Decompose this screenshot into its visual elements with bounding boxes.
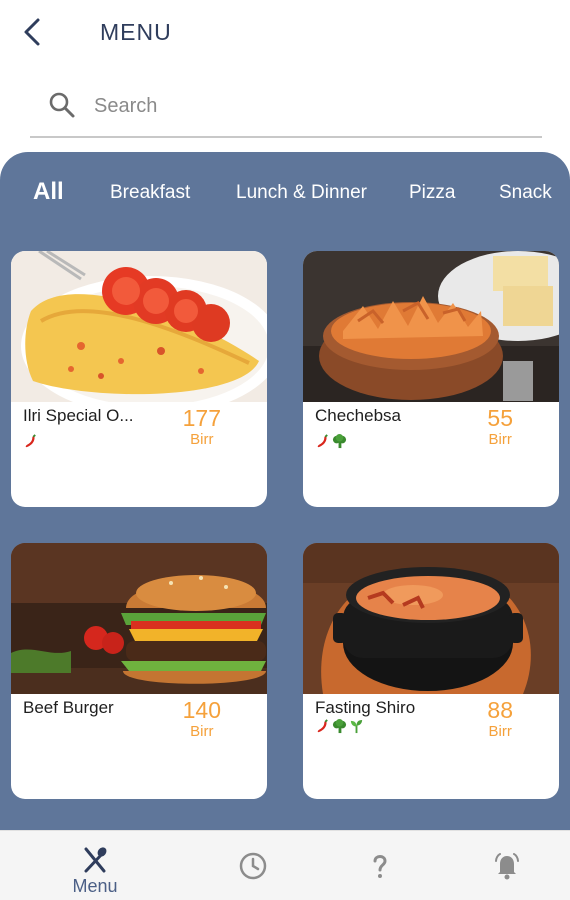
bell-icon: [492, 851, 522, 881]
broccoli-icon: [332, 718, 347, 733]
chevron-left-icon: [24, 18, 40, 46]
food-image-shiro: [303, 543, 559, 694]
price-value: 177: [182, 405, 221, 431]
search-icon[interactable]: [48, 91, 76, 119]
header: MENU: [0, 0, 570, 64]
broccoli-icon: [332, 433, 347, 448]
food-image-burger: [11, 543, 267, 694]
menu-item-name: Beef Burger: [23, 698, 114, 717]
menu-item-price: 140 Birr: [182, 697, 221, 740]
food-image-omelette: [11, 251, 267, 402]
menu-item-card[interactable]: Fasting Shiro 88 Birr: [303, 543, 559, 799]
price-currency: Birr: [190, 431, 214, 448]
tab-all[interactable]: All: [33, 178, 64, 206]
price-currency: Birr: [190, 723, 214, 740]
diet-tags: [315, 717, 364, 735]
menu-item-price: 88 Birr: [487, 697, 513, 740]
menu-item-card[interactable]: Beef Burger 140 Birr: [11, 543, 267, 799]
diet-tags: [23, 432, 38, 450]
tab-lunch-dinner[interactable]: Lunch & Dinner: [236, 182, 367, 204]
price-currency: Birr: [488, 723, 512, 740]
price-value: 88: [487, 697, 513, 723]
menu-item-card[interactable]: Ilri Special O... 177 Birr: [11, 251, 267, 507]
menu-screen: MENU All Breakfast Lunch & Dinner Pizza …: [0, 0, 570, 900]
menu-item-name: Fasting Shiro: [315, 698, 416, 717]
food-image-chechebsa: [303, 251, 559, 402]
back-button[interactable]: [14, 14, 50, 50]
chili-icon: [317, 433, 328, 447]
sprout-icon: [350, 719, 363, 733]
price-currency: Birr: [488, 431, 512, 448]
menu-item-price: 177 Birr: [182, 405, 221, 448]
category-tabs: All Breakfast Lunch & Dinner Pizza Snack: [0, 170, 570, 220]
menu-item-name: Ilri Special O...: [23, 406, 134, 425]
menu-item-price: 55 Birr: [487, 405, 513, 448]
nav-item-history[interactable]: [203, 831, 303, 900]
diet-tags: [315, 432, 347, 450]
chili-icon: [317, 718, 328, 732]
nav-label-menu: Menu: [72, 876, 118, 896]
price-value: 140: [182, 697, 221, 723]
bottom-nav: Menu: [0, 830, 570, 900]
menu-panel: All Breakfast Lunch & Dinner Pizza Snack: [0, 152, 570, 852]
question-icon: [365, 851, 395, 881]
price-value: 55: [487, 405, 513, 431]
nav-item-menu[interactable]: Menu: [45, 831, 145, 900]
chili-icon: [25, 433, 36, 447]
tab-pizza[interactable]: Pizza: [409, 182, 455, 204]
menu-item-name: Chechebsa: [315, 406, 402, 425]
nav-item-notifications[interactable]: [457, 831, 557, 900]
tab-breakfast[interactable]: Breakfast: [110, 182, 190, 204]
nav-item-help[interactable]: [330, 831, 430, 900]
search-bar: [30, 78, 542, 138]
menu-item-card[interactable]: Chechebsa 55 Birr: [303, 251, 559, 507]
search-input[interactable]: [94, 86, 514, 126]
utensils-icon: [80, 845, 110, 875]
clock-icon: [238, 851, 268, 881]
tab-snack[interactable]: Snack: [499, 182, 552, 204]
page-title: MENU: [100, 19, 172, 45]
